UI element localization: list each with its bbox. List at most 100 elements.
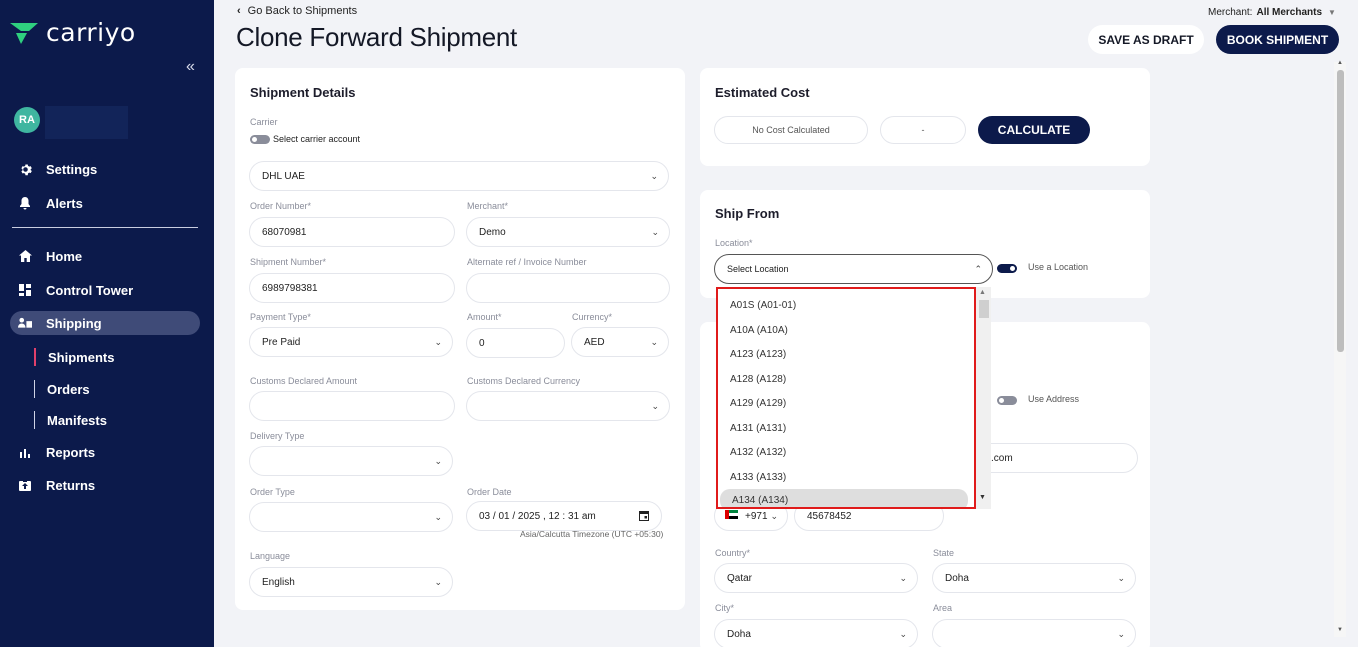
location-option[interactable]: A129 (A129) [718,392,968,414]
sidebar-item-returns[interactable]: Returns [10,473,200,497]
country-value: Qatar [727,572,753,584]
save-as-draft-button[interactable]: SAVE AS DRAFT [1088,25,1204,54]
returns-icon [18,478,32,492]
sidebar-item-home[interactable]: Home [10,244,200,268]
city-label: City* [715,603,735,613]
order-date-value: 03 / 01 / 2025 , 12 : 31 am [479,510,596,522]
page-scroll-thumb[interactable] [1337,70,1344,352]
location-option[interactable]: A123 (A123) [718,343,968,365]
sidebar-item-label: Control Tower [46,282,134,298]
shipment-number-value: 6989798381 [262,282,318,294]
area-label: Area [933,603,953,613]
customs-currency-select[interactable]: ⌄ [466,391,670,421]
brand-logo[interactable]: carriyo [8,18,136,47]
phone-value: 45678452 [807,510,852,522]
carriyo-logo-icon [10,22,38,44]
shipment-number-label: Shipment Number* [250,257,327,267]
user-name-box[interactable] [45,106,128,139]
chevron-down-icon: ⌄ [434,512,442,522]
sidebar-subitem-orders[interactable]: Orders [34,380,90,398]
location-select[interactable]: Select Location ⌃ [714,254,993,284]
amount-input[interactable]: 0 [466,328,565,358]
alt-ref-label: Alternate ref / Invoice Number [467,257,587,267]
alt-ref-input[interactable] [466,273,670,303]
sidebar-item-settings[interactable]: Settings [10,157,200,181]
payment-type-label: Payment Type* [250,312,311,322]
language-value: English [262,576,295,588]
order-type-select[interactable]: ⌄ [249,502,453,532]
location-option[interactable]: A131 (A131) [718,417,968,439]
language-select[interactable]: English ⌄ [249,567,453,597]
chevron-down-icon: ⌄ [899,573,907,583]
state-select[interactable]: Doha ⌄ [932,563,1136,593]
bar-chart-icon [18,445,32,459]
currency-value: AED [584,336,605,348]
dashboard-icon [18,283,32,297]
page-title: Clone Forward Shipment [236,22,517,52]
scroll-down-arrow-icon[interactable]: ▼ [1337,627,1343,633]
delivery-type-select[interactable]: ⌄ [249,446,453,476]
chevron-down-icon: ⌄ [899,629,907,639]
location-placeholder: Select Location [727,264,789,274]
order-date-input[interactable]: 03 / 01 / 2025 , 12 : 31 am [466,501,662,531]
dropdown-scrollbar[interactable]: ▲ ▼ [976,287,991,509]
merchant-value: All Merchants [1256,7,1323,18]
location-option[interactable]: A132 (A132) [718,441,968,463]
language-label: Language [250,551,291,561]
carrier-select[interactable]: DHL UAE ⌄ [249,161,669,191]
use-location-toggle[interactable] [997,264,1017,273]
shipping-icon [18,316,32,330]
merchant-selector[interactable]: Merchant: All Merchants ▼ [1208,7,1336,18]
sidebar-item-alerts[interactable]: Alerts [10,191,200,215]
back-to-shipments-link[interactable]: ‹ Go Back to Shipments [237,5,357,17]
location-dropdown-list[interactable]: A01S (A01-01) A10A (A10A) A123 (A123) A1… [716,287,976,509]
sidebar-item-label: Alerts [46,195,83,211]
carrier-account-toggle[interactable] [250,135,270,144]
sidebar-item-reports[interactable]: Reports [10,440,200,464]
country-select[interactable]: Qatar ⌄ [714,563,918,593]
shipment-details-title: Shipment Details [250,85,356,100]
chevron-left-icon: ‹ [237,5,241,17]
chevron-down-icon: ⌄ [1117,573,1125,583]
scroll-up-arrow-icon[interactable]: ▲ [979,289,986,296]
home-icon [18,249,32,263]
sidebar-item-shipping[interactable]: Shipping [10,311,200,335]
chevron-down-icon: ⌄ [434,456,442,466]
payment-type-select[interactable]: Pre Paid ⌄ [249,327,453,357]
sidebar-subitem-manifests[interactable]: Manifests [34,411,107,429]
location-option[interactable]: A01S (A01-01) [718,294,968,316]
country-label: Country* [715,548,751,558]
shipment-number-input[interactable]: 6989798381 [249,273,455,303]
cost-currency: - [880,116,966,144]
phone-code-value: +971 [745,510,768,522]
merchant-select[interactable]: Demo ⌄ [466,217,670,247]
chevron-up-icon: ⌃ [974,264,982,274]
scroll-up-arrow-icon[interactable]: ▲ [1337,60,1343,66]
avatar[interactable]: RA [14,107,40,133]
city-select[interactable]: Doha ⌄ [714,619,918,647]
payment-type-value: Pre Paid [262,336,301,348]
chevron-down-icon: ⌄ [434,337,442,347]
order-type-label: Order Type [250,487,295,497]
dropdown-scroll-thumb[interactable] [979,300,989,318]
customs-amount-input[interactable] [249,391,455,421]
calculate-button[interactable]: CALCULATE [978,116,1090,144]
order-number-input[interactable]: 68070981 [249,217,455,247]
area-select[interactable]: ⌄ [932,619,1136,647]
location-option[interactable]: A128 (A128) [718,368,968,390]
sidebar-item-control-tower[interactable]: Control Tower [10,278,200,302]
chevron-down-icon: ⌄ [770,511,778,521]
collapse-sidebar-icon[interactable]: « [186,58,195,76]
book-shipment-button[interactable]: BOOK SHIPMENT [1216,25,1339,54]
calendar-icon[interactable] [639,510,649,524]
sidebar-item-label: Reports [46,444,96,460]
scroll-down-arrow-icon[interactable]: ▼ [979,494,986,501]
uae-flag-icon [725,510,738,519]
currency-select[interactable]: AED ⌄ [571,327,669,357]
location-option[interactable]: A10A (A10A) [718,319,968,341]
location-option[interactable]: A133 (A133) [718,466,968,488]
brand-name: carriyo [46,18,136,47]
sidebar-subitem-shipments[interactable]: Shipments [34,348,114,366]
use-address-toggle[interactable] [997,396,1017,405]
location-option-hovered[interactable]: A134 (A134) [720,489,968,507]
